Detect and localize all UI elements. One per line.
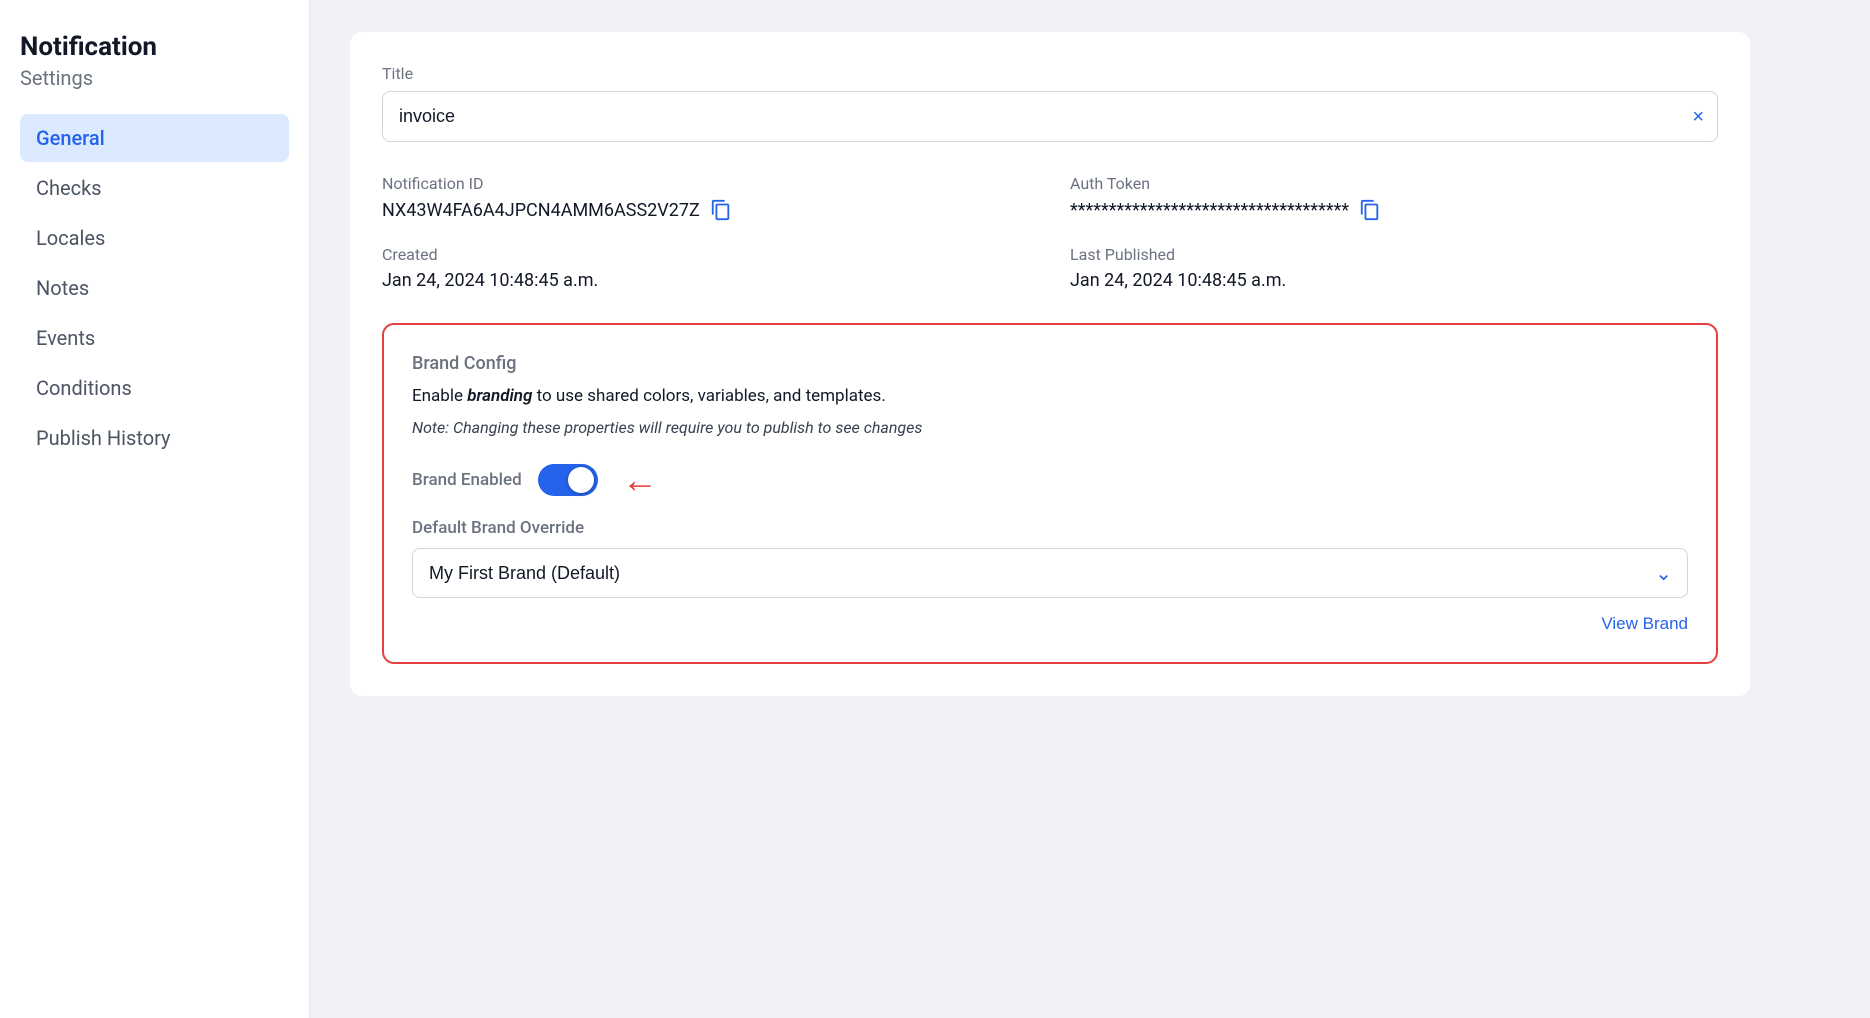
brand-select-wrapper: My First Brand (Default) ⌄ — [412, 548, 1688, 598]
last-published-field: Last Published Jan 24, 2024 10:48:45 a.m… — [1070, 245, 1718, 291]
notification-id-value-row: NX43W4FA6A4JPCN4AMM6ASS2V27Z — [382, 199, 1030, 221]
last-published-value: Jan 24, 2024 10:48:45 a.m. — [1070, 270, 1718, 291]
title-input[interactable] — [382, 91, 1718, 142]
sidebar-item-notes[interactable]: Notes — [20, 264, 289, 312]
info-grid: Notification ID NX43W4FA6A4JPCN4AMM6ASS2… — [382, 174, 1718, 291]
notification-id-field: Notification ID NX43W4FA6A4JPCN4AMM6ASS2… — [382, 174, 1030, 221]
sidebar-item-label-locales: Locales — [36, 226, 105, 250]
title-input-wrapper: × — [382, 91, 1718, 142]
sidebar-item-label-general: General — [36, 126, 105, 150]
auth-token-value: ************************************ — [1070, 200, 1349, 221]
brand-config-note: Note: Changing these properties will req… — [412, 416, 1688, 440]
sidebar-nav: General Checks Locales Notes Events Cond… — [20, 114, 289, 462]
sidebar-item-locales[interactable]: Locales — [20, 214, 289, 262]
created-value: Jan 24, 2024 10:48:45 a.m. — [382, 270, 1030, 291]
notification-id-value: NX43W4FA6A4JPCN4AMM6ASS2V27Z — [382, 200, 700, 221]
sidebar-item-label-conditions: Conditions — [36, 376, 132, 400]
sidebar-item-label-notes: Notes — [36, 276, 89, 300]
notification-id-label: Notification ID — [382, 174, 1030, 193]
created-label: Created — [382, 245, 1030, 264]
auth-token-value-row: ************************************ — [1070, 199, 1718, 221]
sidebar-item-publish-history[interactable]: Publish History — [20, 414, 289, 462]
arrow-icon: ← — [622, 462, 658, 498]
brand-config-box: Brand Config Enable branding to use shar… — [382, 323, 1718, 664]
brand-enabled-row: Brand Enabled ← — [412, 462, 1688, 498]
toggle-track — [538, 464, 598, 496]
sidebar-title: Notification — [20, 32, 289, 62]
sidebar-item-label-publish-history: Publish History — [36, 426, 171, 450]
brand-config-title: Brand Config — [412, 353, 1688, 374]
last-published-label: Last Published — [1070, 245, 1718, 264]
brand-desc-italic: branding — [467, 386, 532, 406]
sidebar-subtitle: Settings — [20, 66, 289, 90]
main-card: Title × Notification ID NX43W4FA6A4JPCN4… — [350, 32, 1750, 696]
sidebar-item-label-checks: Checks — [36, 176, 102, 200]
brand-enabled-toggle[interactable] — [538, 464, 598, 496]
view-brand-row: View Brand — [412, 614, 1688, 634]
created-field: Created Jan 24, 2024 10:48:45 a.m. — [382, 245, 1030, 291]
toggle-thumb — [568, 467, 594, 493]
sidebar-item-checks[interactable]: Checks — [20, 164, 289, 212]
main-content: Title × Notification ID NX43W4FA6A4JPCN4… — [310, 0, 1870, 1018]
auth-token-field: Auth Token *****************************… — [1070, 174, 1718, 221]
copy-notification-id-icon[interactable] — [710, 199, 732, 221]
brand-desc-suffix: to use shared colors, variables, and tem… — [532, 386, 885, 406]
clear-title-button[interactable]: × — [1692, 107, 1704, 127]
brand-enabled-label: Brand Enabled — [412, 470, 522, 490]
brand-config-description: Enable branding to use shared colors, va… — [412, 384, 1688, 410]
sidebar-item-events[interactable]: Events — [20, 314, 289, 362]
brand-select[interactable]: My First Brand (Default) — [412, 548, 1688, 598]
sidebar-item-label-events: Events — [36, 326, 95, 350]
default-brand-label: Default Brand Override — [412, 518, 1688, 538]
view-brand-button[interactable]: View Brand — [1601, 614, 1688, 634]
auth-token-label: Auth Token — [1070, 174, 1718, 193]
sidebar: Notification Settings General Checks Loc… — [0, 0, 310, 1018]
copy-auth-token-icon[interactable] — [1359, 199, 1381, 221]
sidebar-item-conditions[interactable]: Conditions — [20, 364, 289, 412]
title-label: Title — [382, 64, 1718, 83]
brand-desc-prefix: Enable — [412, 386, 467, 406]
sidebar-item-general[interactable]: General — [20, 114, 289, 162]
